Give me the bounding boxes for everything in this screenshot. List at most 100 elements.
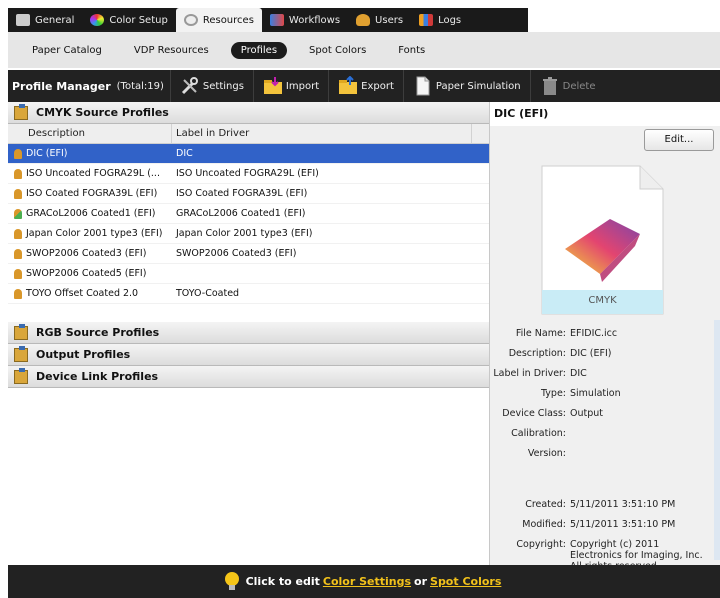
profile-icon (14, 148, 22, 159)
profile-folder-icon (14, 323, 28, 340)
table-row[interactable]: SWOP2006 Coated3 (EFI) SWOP2006 Coated3 … (8, 244, 489, 264)
top-tab-bar: General Color Setup Resources Workflows … (0, 0, 720, 34)
export-label: Export (361, 80, 394, 92)
info-row: Calibration: (490, 428, 720, 439)
bar-chart-icon (419, 14, 434, 26)
row-description: SWOP2006 Coated3 (EFI) (26, 248, 147, 259)
profile-manager-toolbar: Profile Manager (Total:19) Settings Impo… (8, 70, 720, 102)
info-row: Label in Driver: DIC (490, 368, 720, 379)
row-description: SWOP2006 Coated5 (EFI) (26, 268, 147, 279)
info-value: 5/11/2011 3:51:10 PM (570, 519, 676, 530)
tab-resources[interactable]: Resources (175, 8, 262, 32)
info-label: Device Class: (502, 408, 566, 419)
section-output-profiles[interactable]: Output Profiles (8, 344, 489, 366)
gear-icon (183, 14, 198, 26)
section-rgb-source-profiles[interactable]: RGB Source Profiles (8, 322, 489, 344)
workflow-icon (269, 14, 284, 26)
tools-icon (180, 76, 200, 96)
info-row: Device Class: Output (490, 408, 720, 419)
info-value (570, 448, 710, 459)
printer-icon (16, 14, 30, 26)
tab-color-setup[interactable]: Color Setup (82, 8, 175, 32)
spot-colors-link[interactable]: Spot Colors (430, 575, 501, 588)
profile-icon (14, 268, 22, 279)
export-button[interactable]: Export (328, 70, 403, 102)
color-settings-link[interactable]: Color Settings (323, 575, 411, 588)
bottom-hint-bar: Click to edit Color Settings or Spot Col… (8, 565, 720, 598)
info-label: Copyright: (516, 539, 566, 550)
info-value: DIC (EFI) (570, 348, 612, 359)
row-label: ISO Uncoated FOGRA29L (EFI) (176, 168, 319, 179)
section-cmyk-source-profiles[interactable]: CMYK Source Profiles (8, 102, 489, 124)
edit-button[interactable]: Edit... (644, 129, 714, 151)
subnav-profiles[interactable]: Profiles (230, 41, 288, 59)
column-label-in-driver[interactable]: Label in Driver (172, 124, 472, 143)
row-label: GRACoL2006 Coated1 (EFI) (176, 208, 306, 219)
hint-middle: or (414, 575, 428, 588)
profile-folder-icon (14, 345, 28, 362)
info-row: Copyright: Copyright (c) 2011 Electronics… (490, 539, 720, 567)
tab-logs[interactable]: Logs (411, 8, 469, 32)
row-description: Japan Color 2001 type3 (EFI) (26, 228, 163, 239)
tab-workflows[interactable]: Workflows (262, 8, 348, 32)
table-row[interactable]: Japan Color 2001 type3 (EFI) Japan Color… (8, 224, 489, 244)
section-title: CMYK Source Profiles (36, 106, 169, 119)
info-label: Description: (508, 348, 566, 359)
tab-general[interactable]: General (8, 8, 82, 32)
info-row: Type: Simulation (490, 388, 720, 399)
row-label: TOYO-Coated (176, 288, 240, 299)
profile-detail-pane: DIC (EFI) Edit... CMYK File Name: EFIDIC.… (490, 102, 720, 567)
resources-sub-nav: Paper Catalog VDP Resources Profiles Spo… (8, 32, 720, 68)
profile-total-count: (Total:19) (116, 80, 164, 92)
subnav-paper-catalog[interactable]: Paper Catalog (22, 42, 112, 59)
table-row[interactable]: DIC (EFI) DIC (8, 144, 489, 164)
info-label: Modified: (522, 519, 566, 530)
info-label: Created: (525, 499, 566, 510)
subnav-fonts[interactable]: Fonts (388, 42, 435, 59)
profile-icon (14, 288, 22, 299)
table-row[interactable]: SWOP2006 Coated5 (EFI) (8, 264, 489, 284)
table-row[interactable]: TOYO Offset Coated 2.0 TOYO-Coated (8, 284, 489, 304)
info-value (570, 428, 710, 439)
tab-label: Color Setup (109, 14, 168, 26)
info-row (490, 468, 720, 490)
profile-icon (14, 188, 22, 199)
column-description[interactable]: Description (8, 124, 172, 143)
tab-label: Resources (202, 14, 254, 26)
cmyk-profile-document-icon: CMYK (540, 164, 665, 316)
subnav-spot-colors[interactable]: Spot Colors (299, 42, 376, 59)
profile-icon (14, 248, 22, 259)
import-folder-icon (263, 76, 283, 96)
icon-caption: CMYK (588, 295, 617, 306)
delete-button[interactable]: Delete (529, 70, 605, 102)
info-row: Created: 5/11/2011 3:51:10 PM (490, 499, 720, 510)
table-row[interactable]: GRACoL2006 Coated1 (EFI) GRACoL2006 Coat… (8, 204, 489, 224)
subnav-vdp-resources[interactable]: VDP Resources (124, 42, 219, 59)
tab-label: Logs (438, 14, 462, 26)
toolbar-title: Profile Manager (12, 79, 111, 93)
table-row[interactable]: ISO Coated FOGRA39L (EFI) ISO Coated FOG… (8, 184, 489, 204)
paper-simulation-button[interactable]: Paper Simulation (402, 70, 530, 102)
profile-icon (14, 168, 22, 179)
import-label: Import (285, 80, 320, 92)
tab-users[interactable]: Users (348, 8, 411, 32)
info-row: File Name: EFIDIC.icc (490, 328, 720, 339)
row-description: ISO Coated FOGRA39L (EFI) (26, 188, 158, 199)
section-device-link-profiles[interactable]: Device Link Profiles (8, 366, 489, 388)
profile-folder-icon (14, 103, 28, 120)
profile-default-icon (14, 208, 22, 219)
row-description: ISO Uncoated FOGRA29L (... (26, 168, 160, 179)
tab-label: General (35, 14, 75, 26)
profile-table-header: Description Label in Driver (8, 124, 489, 144)
info-value: Output (570, 408, 603, 419)
row-label: DIC (176, 148, 193, 159)
delete-label: Delete (562, 80, 596, 92)
users-icon (356, 14, 371, 26)
import-button[interactable]: Import (252, 70, 328, 102)
info-label: Version: (527, 448, 566, 459)
info-label: Type: (540, 388, 566, 399)
settings-button[interactable]: Settings (169, 70, 253, 102)
table-row[interactable]: ISO Uncoated FOGRA29L (... ISO Uncoated … (8, 164, 489, 184)
info-row: Description: DIC (EFI) (490, 348, 720, 359)
